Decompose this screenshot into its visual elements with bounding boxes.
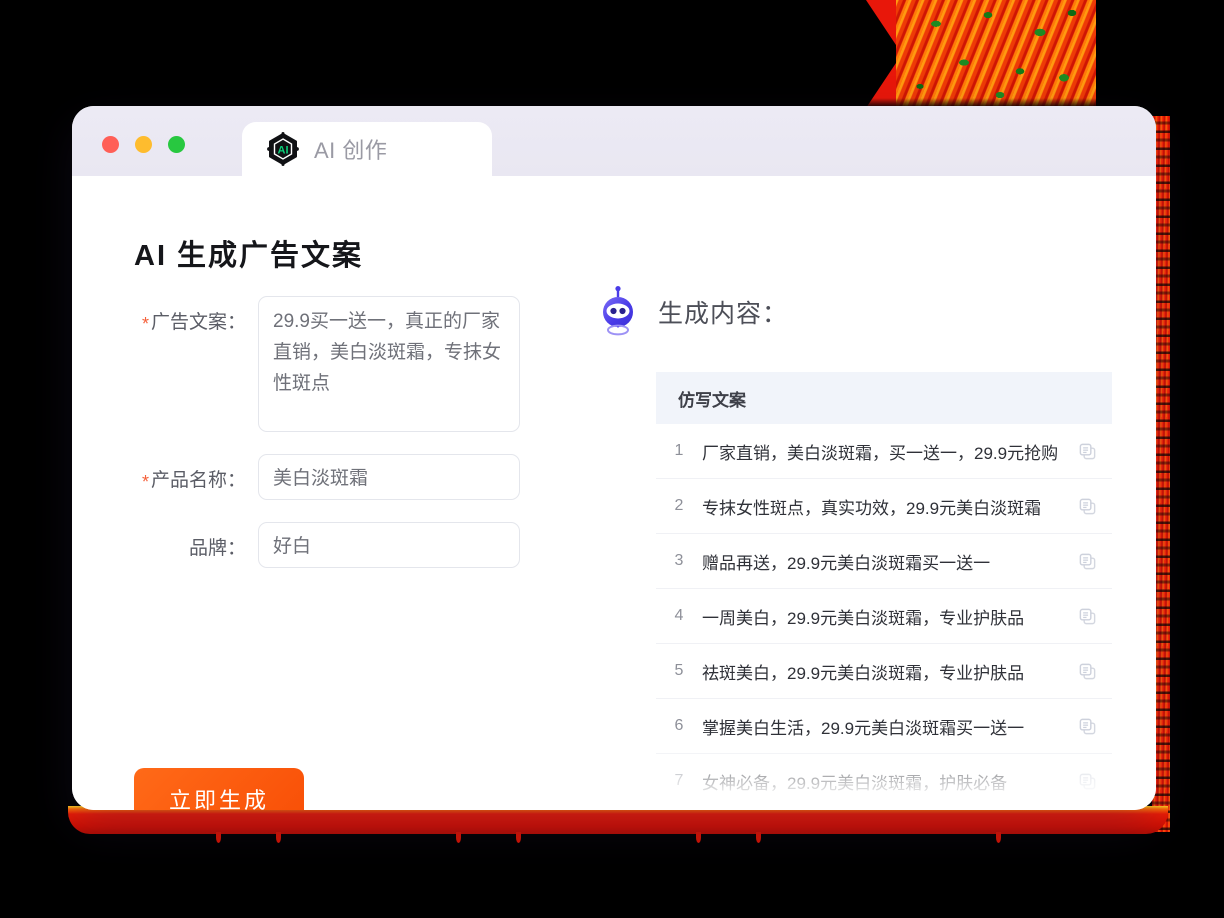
row-text: 专抹女性斑点，真实功效，29.9元美白淡斑霜	[702, 498, 1042, 518]
ad-copy-textarea[interactable]: 29.9买一送一，真正的厂家直销，美白淡斑霜，专抹女性斑点	[258, 296, 520, 432]
row-text: 厂家直销，美白淡斑霜，买一送一，29.9元抢购	[702, 443, 1059, 463]
table-row[interactable]: 2 专抹女性斑点，真实功效，29.9元美白淡斑霜	[656, 479, 1112, 534]
row-text: 一周美白，29.9元美白淡斑霜，专业护肤品	[702, 608, 1025, 628]
decorative-drip	[216, 832, 221, 843]
row-index: 5	[674, 662, 684, 679]
left-pane: AI 生成广告文案 * 广告文案： 29.9买一送一，真正的厂家直销，美白淡斑霜，…	[72, 176, 584, 810]
copy-icon[interactable]	[1072, 662, 1102, 681]
row-index: 1	[674, 442, 684, 459]
decorative-texture-top-right	[866, 0, 1096, 108]
application-window: AI AI 创作 AI 生成广告文案 *广告文案： 29.9买一送一，真正的厂	[72, 106, 1156, 810]
decorative-drip	[996, 832, 1001, 843]
form-row-ad-copy: * 广告文案： 29.9买一送一，真正的厂家直销，美白淡斑霜，专抹女性斑点	[108, 296, 578, 432]
decorative-drip	[696, 832, 701, 843]
row-index: 3	[674, 552, 684, 569]
window-title-bar: AI AI 创作	[72, 106, 1156, 176]
tab-ai-creation[interactable]: AI AI 创作	[242, 122, 492, 176]
generate-button[interactable]: 立即生成	[134, 768, 304, 810]
copy-icon[interactable]	[1072, 607, 1102, 626]
table-row[interactable]: 4 一周美白，29.9元美白淡斑霜，专业护肤品	[656, 589, 1112, 644]
label-product-name-text: 产品名称：	[150, 470, 246, 491]
decorative-drip	[516, 832, 521, 843]
label-brand: 品牌：	[108, 522, 258, 560]
copy-icon[interactable]	[1072, 442, 1102, 461]
decorative-red-bottom-band	[68, 806, 1168, 843]
decorative-drip	[456, 832, 461, 843]
decorative-speckle-slab	[896, 0, 1096, 108]
row-text: 祛斑美白，29.9元美白淡斑霜，专业护肤品	[702, 663, 1025, 683]
ai-hexagon-icon: AI	[266, 132, 300, 166]
row-index: 7	[674, 772, 684, 789]
copy-icon[interactable]	[1072, 552, 1102, 571]
decorative-drip	[276, 832, 281, 843]
row-index: 4	[674, 607, 684, 624]
copy-icon[interactable]	[1072, 717, 1102, 736]
form-row-brand: 品牌： 好白	[108, 522, 578, 568]
label-ad-copy-text: 广告文案：	[150, 312, 246, 333]
table-row[interactable]: 3 赠品再送，29.9元美白淡斑霜买一送一	[656, 534, 1112, 589]
svg-text:AI: AI	[278, 144, 289, 156]
result-header: 生成内容：	[596, 286, 788, 338]
close-button[interactable]	[102, 136, 119, 153]
required-asterisk: *	[141, 472, 149, 492]
results-table: 仿写文案 1 厂家直销，美白淡斑霜，买一送一，29.9元抢购 2 专抹女性斑点，真实功…	[656, 372, 1112, 792]
form-row-product-name: * 产品名称： 美白淡斑霜	[108, 454, 578, 500]
product-name-input[interactable]: 美白淡斑霜	[258, 454, 520, 500]
right-pane: 生成内容： 仿写文案 1 厂家直销，美白淡斑霜，买一送一，29.9元抢购 2 专抹女性…	[584, 176, 1156, 810]
window-controls	[102, 136, 185, 153]
required-asterisk: *	[141, 314, 149, 334]
robot-icon	[596, 286, 640, 338]
row-text: 女神必备，29.9元美白淡斑霜，护肤必备	[702, 773, 1008, 793]
table-row[interactable]: 5 祛斑美白，29.9元美白淡斑霜，专业护肤品	[656, 644, 1112, 699]
row-index: 6	[674, 717, 684, 734]
table-row[interactable]: 7 女神必备，29.9元美白淡斑霜，护肤必备	[656, 754, 1112, 792]
decorative-drip	[756, 832, 761, 843]
copy-icon[interactable]	[1072, 772, 1102, 791]
table-header: 仿写文案	[656, 372, 1112, 424]
row-text: 掌握美白生活，29.9元美白淡斑霜买一送一	[702, 718, 1025, 738]
brand-input[interactable]: 好白	[258, 522, 520, 568]
table-row[interactable]: 1 厂家直销，美白淡斑霜，买一送一，29.9元抢购	[656, 424, 1112, 479]
label-brand-text: 品牌：	[188, 538, 246, 559]
label-ad-copy: * 广告文案：	[108, 296, 258, 334]
copy-icon[interactable]	[1072, 497, 1102, 516]
row-text: 赠品再送，29.9元美白淡斑霜买一送一	[702, 553, 991, 573]
table-header-label: 仿写文案	[678, 390, 746, 410]
table-row[interactable]: 6 掌握美白生活，29.9元美白淡斑霜买一送一	[656, 699, 1112, 754]
tab-label: AI 创作	[314, 138, 388, 163]
minimize-button[interactable]	[135, 136, 152, 153]
result-title: 生成内容：	[658, 300, 789, 328]
table-body: 1 厂家直销，美白淡斑霜，买一送一，29.9元抢购 2 专抹女性斑点，真实功效，29.…	[656, 424, 1112, 792]
window-content: AI 生成广告文案 * 广告文案： 29.9买一送一，真正的厂家直销，美白淡斑霜，…	[72, 176, 1156, 810]
maximize-button[interactable]	[168, 136, 185, 153]
page-title: AI 生成广告文案	[134, 240, 364, 272]
ad-copy-form: * 广告文案： 29.9买一送一，真正的厂家直销，美白淡斑霜，专抹女性斑点 * 产品…	[108, 296, 578, 590]
label-product-name: * 产品名称：	[108, 454, 258, 492]
row-index: 2	[674, 497, 684, 514]
